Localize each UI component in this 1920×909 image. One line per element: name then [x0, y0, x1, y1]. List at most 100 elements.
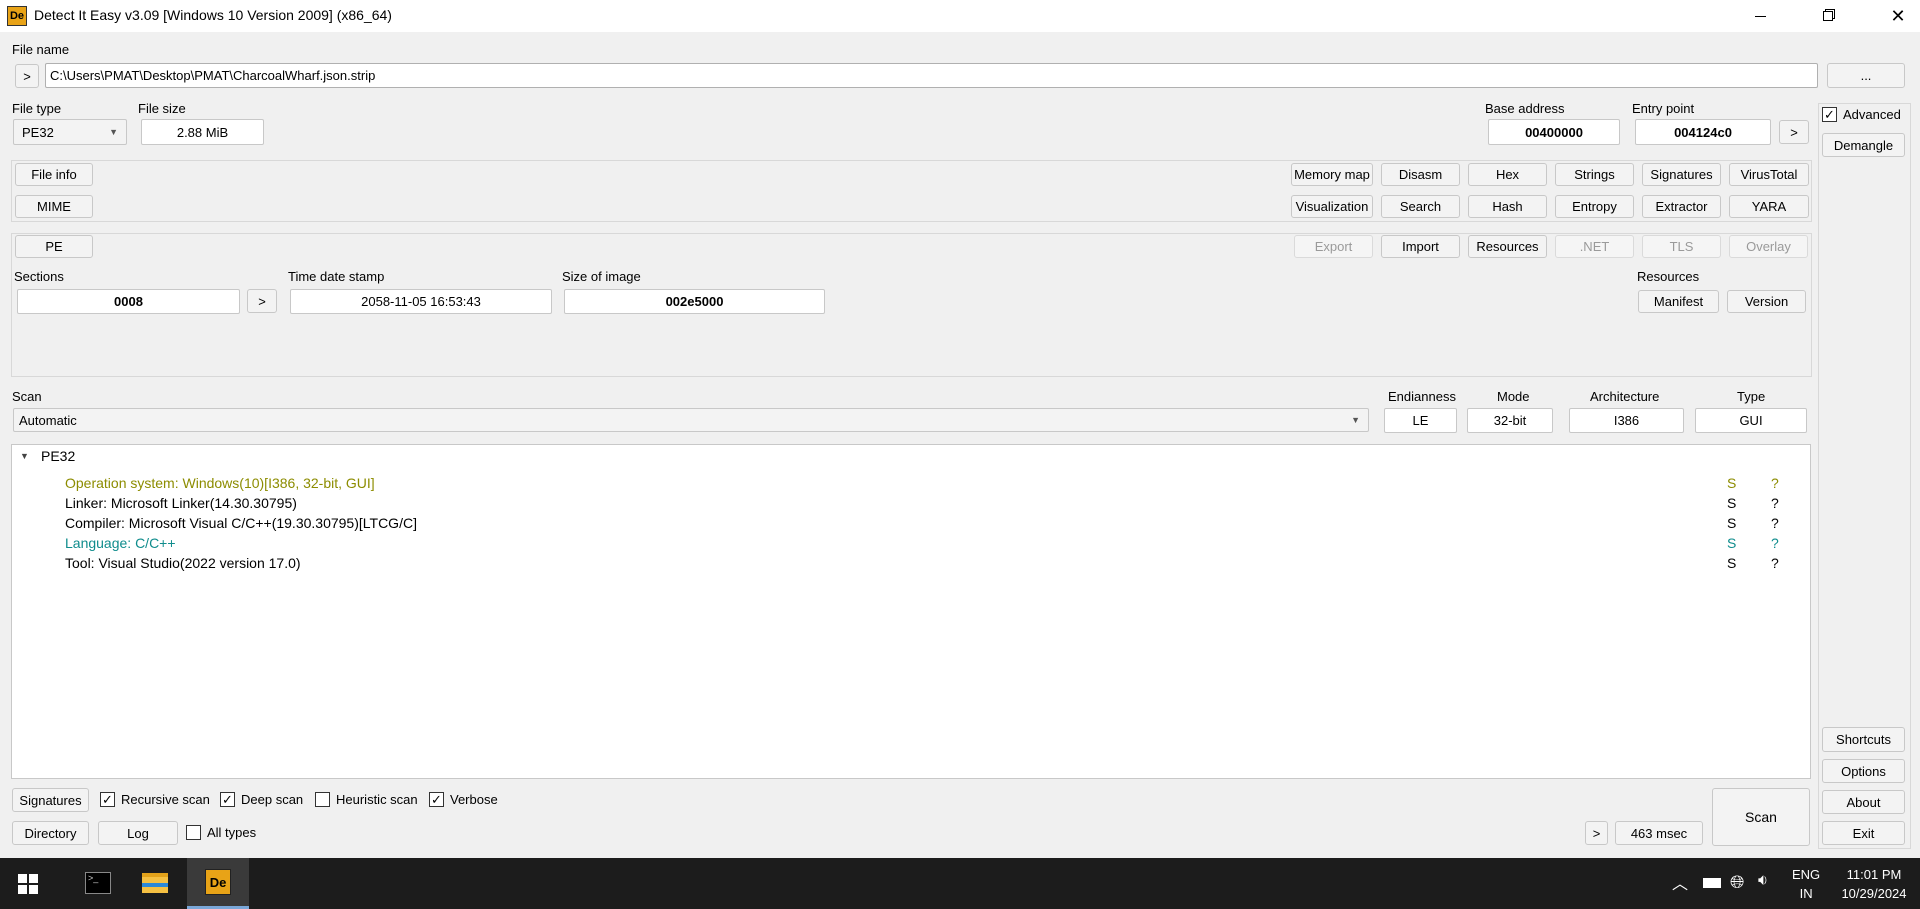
file-info-button[interactable]: File info [15, 163, 93, 186]
entry-point-value[interactable]: 004124c0 [1635, 119, 1771, 145]
info-flag[interactable]: ? [1771, 493, 1779, 513]
file-explorer-icon[interactable] [142, 873, 168, 893]
scan-label: Scan [12, 389, 42, 404]
size-of-image-value[interactable]: 002e5000 [564, 289, 825, 314]
volume-icon[interactable]: 🔉︎ [1758, 872, 1768, 890]
base-address-value[interactable]: 00400000 [1488, 119, 1620, 145]
resources-label: Resources [1637, 269, 1700, 284]
tray-chevron-up-icon[interactable]: ︿ [1672, 870, 1688, 894]
hash-button[interactable]: Hash [1468, 195, 1547, 218]
info-flag[interactable]: ? [1771, 473, 1779, 493]
about-button[interactable]: About [1822, 790, 1905, 814]
resources-button[interactable]: Resources [1468, 235, 1547, 258]
signature-flag[interactable]: S [1727, 513, 1736, 533]
tls-button[interactable]: TLS [1642, 235, 1721, 258]
battery-icon[interactable] [1703, 878, 1721, 888]
demangle-button[interactable]: Demangle [1822, 133, 1905, 157]
hex-button[interactable]: Hex [1468, 163, 1547, 186]
sections-value[interactable]: 0008 [17, 289, 240, 314]
log-button[interactable]: Log [98, 821, 178, 845]
extractor-button[interactable]: Extractor [1642, 195, 1721, 218]
app-logo-icon: De [7, 6, 27, 26]
disasm-button[interactable]: Disasm [1381, 163, 1460, 186]
export-button[interactable]: Export [1294, 235, 1373, 258]
sections-go-button[interactable]: > [247, 289, 277, 313]
all-types-checkbox[interactable]: All types [186, 825, 256, 840]
file-path-input[interactable]: C:\Users\PMAT\Desktop\PMAT\CharcoalWharf… [45, 63, 1818, 88]
scan-button[interactable]: Scan [1712, 788, 1810, 846]
options-button[interactable]: Options [1822, 759, 1905, 783]
scan-time-button[interactable]: 463 msec [1615, 821, 1703, 845]
import-button[interactable]: Import [1381, 235, 1460, 258]
signature-flag[interactable]: S [1727, 473, 1736, 493]
deep-scan-checkbox[interactable]: ✓ Deep scan [220, 792, 303, 807]
base-address-label: Base address [1485, 101, 1565, 116]
signature-flag[interactable]: S [1727, 533, 1736, 553]
entry-point-label: Entry point [1632, 101, 1695, 116]
clock[interactable]: 11:01 PM 10/29/2024 [1832, 865, 1916, 903]
endianness-label: Endianness [1388, 389, 1456, 404]
version-button[interactable]: Version [1727, 290, 1806, 313]
recursive-scan-checkbox[interactable]: ✓ Recursive scan [100, 792, 210, 807]
browse-button[interactable]: ... [1827, 63, 1905, 88]
architecture-value: I386 [1569, 408, 1684, 433]
scan-mode-select[interactable]: Automatic ▼ [13, 408, 1369, 432]
file-type-select[interactable]: PE32 ▼ [13, 119, 127, 145]
file-type-label: File type [12, 101, 62, 116]
advanced-label: Advanced [1843, 107, 1901, 122]
signatures-tool-button[interactable]: Signatures [1642, 163, 1721, 186]
restore-button[interactable] [1808, 0, 1848, 32]
info-flag[interactable]: ? [1771, 553, 1779, 573]
signature-flag[interactable]: S [1727, 493, 1736, 513]
entropy-button[interactable]: Entropy [1555, 195, 1634, 218]
virustotal-button[interactable]: VirusTotal [1729, 163, 1809, 186]
info-flag[interactable]: ? [1771, 513, 1779, 533]
pe-button[interactable]: PE [15, 235, 93, 258]
file-name-label: File name [12, 42, 70, 57]
file-go-button[interactable]: > [15, 64, 39, 88]
info-flag[interactable]: ? [1771, 533, 1779, 553]
strings-button[interactable]: Strings [1555, 163, 1634, 186]
mime-button[interactable]: MIME [15, 195, 93, 218]
search-button[interactable]: Search [1381, 195, 1460, 218]
sections-label: Sections [14, 269, 64, 284]
windows-start-icon[interactable] [18, 874, 38, 894]
result-row[interactable]: Tool: Visual Studio(2022 version 17.0) [65, 553, 301, 573]
signatures-button[interactable]: Signatures [12, 788, 89, 812]
overlay-button[interactable]: Overlay [1729, 235, 1808, 258]
network-globe-icon[interactable]: 🌐︎ [1730, 872, 1744, 893]
memory-map-button[interactable]: Memory map [1291, 163, 1373, 186]
heuristic-scan-checkbox[interactable]: Heuristic scan [315, 792, 418, 807]
mode-value: 32-bit [1467, 408, 1553, 433]
tree-root-pe32[interactable]: PE32 [41, 446, 75, 466]
net-button[interactable]: .NET [1555, 235, 1634, 258]
recursive-scan-label: Recursive scan [121, 792, 210, 807]
shortcuts-button[interactable]: Shortcuts [1822, 727, 1905, 752]
result-row[interactable]: Language: C/C++ [65, 533, 176, 553]
log-go-button[interactable]: > [1585, 821, 1608, 845]
time-date-stamp-value[interactable]: 2058-11-05 16:53:43 [290, 289, 552, 314]
visualization-button[interactable]: Visualization [1291, 195, 1373, 218]
result-row[interactable]: Operation system: Windows(10)[I386, 32-b… [65, 473, 375, 493]
language-code: ENG [1792, 867, 1821, 882]
minimize-button[interactable] [1740, 0, 1780, 32]
result-row[interactable]: Linker: Microsoft Linker(14.30.30795) [65, 493, 297, 513]
exit-button[interactable]: Exit [1822, 821, 1905, 845]
directory-button[interactable]: Directory [12, 821, 89, 845]
collapse-arrow-icon[interactable]: ▼ [20, 451, 29, 461]
terminal-icon[interactable]: >_ [85, 872, 111, 894]
yara-button[interactable]: YARA [1729, 195, 1809, 218]
signature-flag[interactable]: S [1727, 553, 1736, 573]
entry-point-go-button[interactable]: > [1779, 120, 1809, 144]
result-row[interactable]: Compiler: Microsoft Visual C/C++(19.30.3… [65, 513, 417, 533]
close-button[interactable]: ✕ [1876, 0, 1920, 32]
clock-time: 11:01 PM [1846, 867, 1902, 882]
chevron-down-icon: ▼ [1351, 415, 1360, 425]
manifest-button[interactable]: Manifest [1638, 290, 1719, 313]
verbose-checkbox[interactable]: ✓ Verbose [429, 792, 498, 807]
window-title: Detect It Easy v3.09 [Windows 10 Version… [34, 7, 392, 23]
language-indicator[interactable]: ENG IN [1792, 865, 1820, 903]
detect-it-easy-taskbar-button[interactable]: De [187, 858, 249, 909]
advanced-checkbox[interactable]: ✓ Advanced [1822, 107, 1901, 122]
check-icon: ✓ [1822, 107, 1837, 122]
